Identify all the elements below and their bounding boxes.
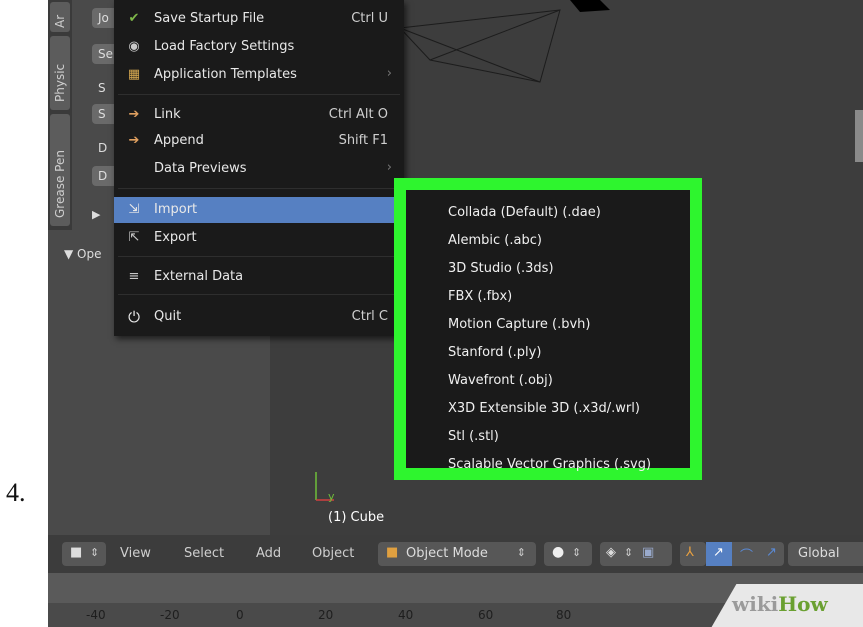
submenu-arrow-icon: › bbox=[386, 160, 392, 175]
menu-item-quit[interactable]: ⏻ Quit Ctrl C bbox=[114, 304, 404, 330]
menu-item-link[interactable]: ➔ Link Ctrl Alt O bbox=[114, 102, 404, 128]
link-icon: ➔ bbox=[128, 107, 140, 122]
import-icon: ⇲ bbox=[128, 202, 140, 217]
timeline-tick: 80 bbox=[556, 608, 572, 622]
import-stanford[interactable]: Stanford (.ply) bbox=[448, 345, 541, 360]
object-label: (1) Cube bbox=[328, 510, 385, 525]
step-number: 4. bbox=[6, 478, 26, 507]
submenu-arrow-icon: › bbox=[386, 66, 392, 81]
menu-item-load-factory-settings[interactable]: ◉ Load Factory Settings bbox=[114, 34, 404, 60]
tab-physics[interactable]: Physic bbox=[50, 36, 70, 110]
save-startup-icon: ✔ bbox=[128, 11, 140, 26]
import-stl[interactable]: Stl (.stl) bbox=[448, 429, 499, 444]
orientation-select[interactable]: Global bbox=[788, 542, 863, 566]
shading-select[interactable]: ● ⇕ bbox=[544, 542, 592, 566]
append-icon: ➔ bbox=[128, 133, 140, 148]
templates-icon: ▦ bbox=[127, 67, 141, 82]
manipulator-icon: ⅄ bbox=[686, 545, 694, 560]
import-x3d[interactable]: X3D Extensible 3D (.x3d/.wrl) bbox=[448, 401, 640, 416]
import-alembic[interactable]: Alembic (.abc) bbox=[448, 233, 542, 248]
translate-toggle[interactable]: ↗ bbox=[706, 542, 732, 566]
import-fbx[interactable]: FBX (.fbx) bbox=[448, 289, 512, 304]
pivot-select[interactable]: ◈ ⇕ ▣ bbox=[600, 542, 672, 566]
file-menu: ✔ Save Startup File Ctrl U ◉ Load Factor… bbox=[114, 0, 404, 336]
updown-icon: ⇕ bbox=[624, 546, 634, 559]
pivot-icon: ◈ bbox=[606, 545, 616, 560]
timeline-tick: 60 bbox=[478, 608, 494, 622]
menu-item-export[interactable]: ⇱ Export bbox=[114, 225, 404, 251]
tab-partial[interactable]: Ar bbox=[50, 2, 70, 32]
updown-icon: ⇕ bbox=[516, 546, 526, 559]
viewport-header: ■ ⇕ View Select Add Object ■ Object Mode… bbox=[48, 535, 863, 573]
timeline-tick: -40 bbox=[86, 608, 106, 622]
menu-separator bbox=[118, 256, 400, 257]
object-mode-icon: ■ bbox=[386, 545, 399, 560]
timeline-tick: 20 bbox=[318, 608, 334, 622]
snap-icon: ▣ bbox=[642, 545, 655, 560]
rotate-toggle[interactable]: ⌒ bbox=[732, 542, 758, 566]
menu-item-save-startup-file[interactable]: ✔ Save Startup File Ctrl U bbox=[114, 6, 404, 32]
editor-type-button[interactable]: ■ ⇕ bbox=[62, 542, 106, 566]
scale-toggle[interactable]: ↗ bbox=[758, 542, 784, 566]
timeline-tick: 0 bbox=[236, 608, 244, 622]
timeline-tick: 40 bbox=[398, 608, 414, 622]
tab-grease-pencil[interactable]: Grease Pen bbox=[50, 114, 70, 226]
collapse-arrow-icon[interactable]: ▶ bbox=[92, 208, 100, 221]
export-icon: ⇱ bbox=[128, 230, 140, 245]
transform-gizmo-toggle[interactable]: ⅄ bbox=[680, 542, 706, 566]
axis-y-label: y bbox=[328, 490, 335, 503]
menu-item-import[interactable]: ⇲ Import bbox=[114, 197, 404, 223]
sphere-icon: ● bbox=[552, 544, 565, 560]
timeline-tick: -20 bbox=[160, 608, 180, 622]
updown-icon: ⇕ bbox=[572, 546, 582, 559]
menu-separator bbox=[118, 294, 400, 295]
menu-view[interactable]: View bbox=[120, 546, 151, 561]
import-3d-studio[interactable]: 3D Studio (.3ds) bbox=[448, 261, 554, 276]
import-svg[interactable]: Scalable Vector Graphics (.svg) bbox=[448, 457, 651, 472]
cube-icon: ■ bbox=[70, 545, 83, 560]
menu-object[interactable]: Object bbox=[312, 546, 354, 561]
menu-separator bbox=[118, 94, 400, 95]
updown-icon: ⇕ bbox=[90, 546, 100, 559]
cube-edge bbox=[855, 110, 863, 162]
mode-select[interactable]: ■ Object Mode ⇕ bbox=[378, 542, 536, 566]
menu-separator bbox=[118, 188, 400, 189]
menu-add[interactable]: Add bbox=[256, 546, 281, 561]
factory-settings-icon: ◉ bbox=[128, 39, 140, 54]
import-submenu: Collada (Default) (.dae) Alembic (.abc) … bbox=[394, 178, 702, 480]
wikihow-watermark: wikiHow bbox=[732, 592, 828, 616]
external-data-icon: ≡ bbox=[128, 269, 140, 284]
menu-select[interactable]: Select bbox=[184, 546, 224, 561]
menu-item-append[interactable]: ➔ Append Shift F1 bbox=[114, 128, 404, 154]
menu-item-data-previews[interactable]: Data Previews › bbox=[114, 156, 404, 182]
tool-shelf-tabs: Ar Physic Grease Pen bbox=[48, 0, 72, 230]
menu-item-external-data[interactable]: ≡ External Data bbox=[114, 264, 404, 290]
arrow-icon: ↗ bbox=[713, 545, 724, 560]
import-wavefront[interactable]: Wavefront (.obj) bbox=[448, 373, 553, 388]
blender-screenshot: y (1) Cube Ar Physic Grease Pen Jo Se S … bbox=[48, 0, 863, 627]
menu-item-application-templates[interactable]: ▦ Application Templates › bbox=[114, 62, 404, 88]
operator-panel-title[interactable]: ▼ Ope bbox=[64, 247, 102, 261]
quit-icon: ⏻ bbox=[128, 308, 140, 326]
rotate-icon: ⌒ bbox=[740, 549, 754, 564]
scale-icon: ↗ bbox=[766, 545, 777, 560]
import-collada[interactable]: Collada (Default) (.dae) bbox=[448, 205, 601, 220]
import-motion-capture[interactable]: Motion Capture (.bvh) bbox=[448, 317, 591, 332]
